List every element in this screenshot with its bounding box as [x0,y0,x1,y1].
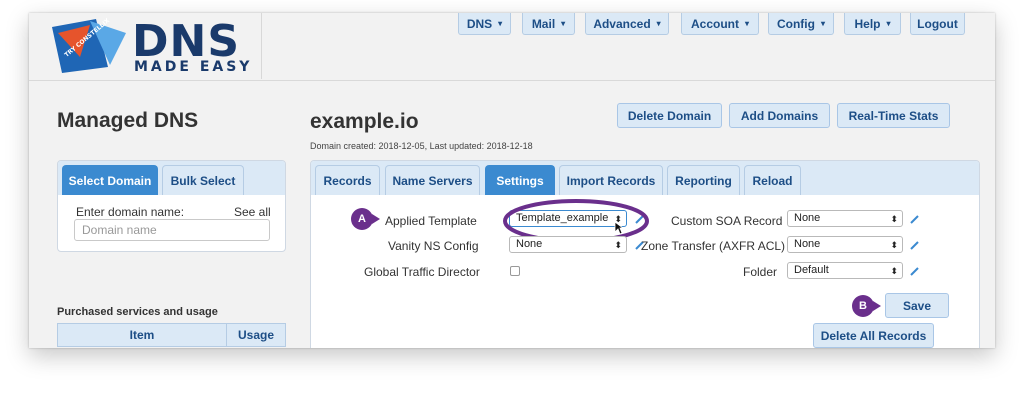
nav-dns[interactable]: DNS ▾ [458,13,511,35]
header: TRY CONSTELLIX DNS MADE EASY DNS ▾ Mail ▾ … [29,13,995,81]
chevron-down-icon: ▾ [498,19,503,28]
applied-template-label: Applied Template [385,214,477,228]
custom-soa-label: Custom SOA Record [671,214,783,228]
nav-mail[interactable]: Mail ▾ [522,13,575,35]
add-domains-button[interactable]: Add Domains [729,103,830,128]
custom-soa-value: None [794,212,821,224]
select-arrow-icon: ⬍ [614,240,622,250]
select-arrow-icon: ⬍ [890,214,898,224]
tab-records[interactable]: Records [315,165,380,195]
edit-pencil-icon[interactable] [910,214,920,224]
zone-transfer-label: Zone Transfer (AXFR ACL) [641,239,786,253]
save-button[interactable]: Save [885,293,949,318]
nav-advanced-label: Advanced [593,16,651,31]
vanity-ns-select[interactable]: None ⬍ [509,236,627,253]
vanity-ns-label: Vanity NS Config [388,239,479,253]
chevron-down-icon: ▾ [561,19,566,28]
chevron-down-icon: ▾ [656,19,661,28]
logo[interactable]: TRY CONSTELLIX DNS MADE EASY [34,13,262,79]
app-window: TRY CONSTELLIX DNS MADE EASY DNS ▾ Mail ▾ … [29,13,995,348]
chevron-down-icon: ▾ [820,19,825,28]
nav-account-label: Account [690,16,739,31]
folder-label: Folder [743,265,778,279]
tab-settings[interactable]: Settings [485,165,555,195]
annotation-b-pointer [873,301,881,311]
nav-mail-label: Mail [531,16,556,31]
main-tabbar: Records Name Servers Settings Import Rec… [311,161,979,195]
chevron-down-icon: ▾ [744,19,749,28]
zone-transfer-select[interactable]: None ⬍ [787,236,903,253]
zone-transfer-value: None [794,238,821,250]
tab-reporting[interactable]: Reporting [667,165,740,195]
select-arrow-icon: ⬍ [890,266,898,276]
folder-value: Default [794,264,829,276]
nav-dns-label: DNS [466,16,493,31]
custom-soa-select[interactable]: None ⬍ [787,210,903,227]
logo-mark-icon: TRY CONSTELLIX [52,17,126,73]
nav-help-label: Help [854,16,881,31]
tab-reload[interactable]: Reload [744,165,801,195]
nav-account[interactable]: Account ▾ [681,13,759,35]
sidebar-tabbar: Select Domain Bulk Select [58,161,285,195]
domain-meta: Domain created: 2018-12-05, Last updated… [310,141,533,151]
nav-logout-label: Logout [917,16,958,31]
tab-import-records[interactable]: Import Records [559,165,663,195]
annotation-b-badge: B [852,295,874,317]
table-header-item: Item [57,323,227,347]
annotation-a-pointer [372,214,380,224]
table-header-usage: Usage [226,323,286,347]
nav-config[interactable]: Config ▾ [768,13,834,35]
domain-title: example.io [310,110,419,133]
gtd-label: Global Traffic Director [364,265,480,279]
delete-all-records-button[interactable]: Delete All Records [813,323,934,348]
tab-select-domain[interactable]: Select Domain [62,165,158,195]
chevron-down-icon: ▾ [886,19,891,28]
nav-logout[interactable]: Logout [910,13,965,35]
delete-domain-button[interactable]: Delete Domain [617,103,722,128]
tab-name-servers[interactable]: Name Servers [385,165,480,195]
select-arrow-icon: ⬍ [890,240,898,250]
vanity-ns-value: None [516,238,543,250]
edit-pencil-icon[interactable] [910,266,920,276]
tab-bulk-select[interactable]: Bulk Select [162,165,244,195]
edit-pencil-icon[interactable] [910,240,920,250]
domain-settings-panel: Records Name Servers Settings Import Rec… [310,160,980,348]
domain-search-input[interactable]: Domain name [74,219,270,241]
logo-made-easy-text: MADE EASY [134,59,253,75]
annotation-a-badge: A [351,208,373,230]
mouse-cursor-icon [614,221,624,235]
gtd-checkbox[interactable] [510,266,520,276]
see-all-link[interactable]: See all [234,205,271,219]
nav-help[interactable]: Help ▾ [844,13,901,35]
domain-select-panel: Select Domain Bulk Select Enter domain n… [57,160,286,252]
nav-config-label: Config [776,16,815,31]
page-title: Managed DNS [57,109,199,132]
purchased-services-title: Purchased services and usage [57,306,218,318]
domain-name-label: Enter domain name: [76,205,185,219]
nav-advanced[interactable]: Advanced ▾ [585,13,669,35]
real-time-stats-button[interactable]: Real-Time Stats [837,103,950,128]
folder-select[interactable]: Default ⬍ [787,262,903,279]
